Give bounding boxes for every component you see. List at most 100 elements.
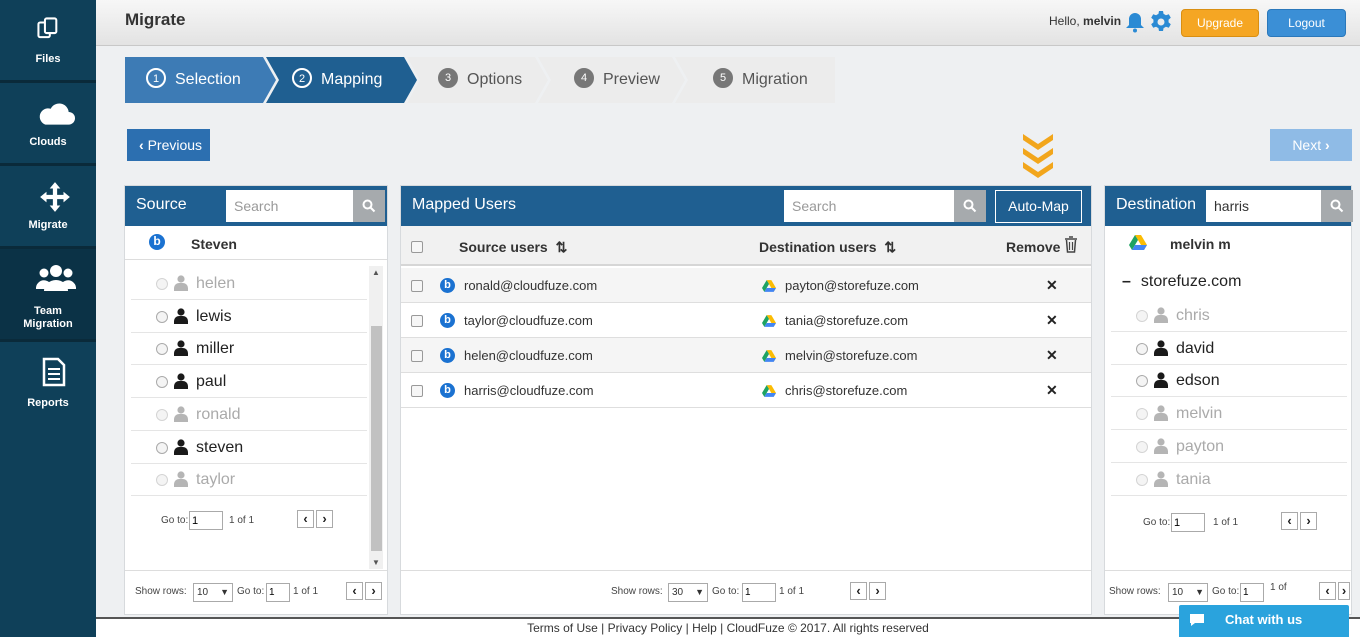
step-mapping[interactable]: 2 Mapping xyxy=(292,57,382,103)
sidebar-item-team-migration[interactable]: Team Migration xyxy=(0,249,96,339)
user-row[interactable]: steven xyxy=(131,432,367,464)
user-radio[interactable] xyxy=(1136,408,1148,421)
destination-search-button[interactable] xyxy=(1321,190,1353,222)
user-row[interactable]: edson xyxy=(1111,365,1347,398)
scroll-down-arrow-icon[interactable]: ▼ xyxy=(372,558,380,567)
row-checkbox[interactable] xyxy=(411,280,423,292)
source-search-input[interactable] xyxy=(226,190,353,222)
search-icon xyxy=(362,199,376,213)
chevron-down-icon xyxy=(1023,134,1053,178)
source-title: Source xyxy=(136,196,187,213)
mapped-search-input[interactable] xyxy=(784,190,954,222)
user-row[interactable]: david xyxy=(1111,333,1347,365)
source-search-button[interactable] xyxy=(353,190,385,222)
chat-button[interactable]: Chat with us xyxy=(1179,605,1349,637)
sidebar-item-files[interactable]: Files xyxy=(0,0,96,80)
destination-search-input[interactable] xyxy=(1206,190,1321,222)
gear-icon[interactable] xyxy=(1149,10,1173,34)
destination-goto-input[interactable] xyxy=(1171,513,1205,532)
collapse-icon[interactable]: – xyxy=(1122,273,1131,290)
user-radio[interactable] xyxy=(156,408,168,421)
mapped-search-button[interactable] xyxy=(954,190,986,222)
user-radio[interactable] xyxy=(156,343,168,356)
step-migration[interactable]: 5 Migration xyxy=(713,57,808,103)
user-row[interactable]: tania xyxy=(1111,464,1347,496)
user-radio[interactable] xyxy=(156,310,168,323)
user-row[interactable]: paul xyxy=(131,366,367,399)
destination-account-name: melvin m xyxy=(1170,236,1231,252)
goto-label: Go to: xyxy=(237,586,265,597)
terms-link[interactable]: Terms of Use xyxy=(527,621,598,635)
google-drive-icon xyxy=(762,315,776,327)
user-radio[interactable] xyxy=(156,441,168,454)
upgrade-button[interactable]: Upgrade xyxy=(1181,9,1259,37)
next-page-button[interactable]: › xyxy=(316,510,333,528)
domain-group[interactable]: – storefuze.com xyxy=(1122,273,1241,291)
user-icon xyxy=(1154,340,1168,356)
logout-button[interactable]: Logout xyxy=(1267,9,1346,37)
scroll-up-arrow-icon[interactable]: ▲ xyxy=(372,268,380,277)
row-checkbox[interactable] xyxy=(411,315,423,327)
next-page-button[interactable]: › xyxy=(365,582,382,600)
user-row[interactable]: helen xyxy=(131,268,367,300)
remove-mapping-icon[interactable]: ✕ xyxy=(1046,382,1058,399)
row-checkbox[interactable] xyxy=(411,350,423,362)
user-row[interactable]: chris xyxy=(1111,300,1347,332)
privacy-link[interactable]: Privacy Policy xyxy=(608,621,683,635)
source-users-header[interactable]: Source users ⇅ xyxy=(459,239,567,256)
source-footer-goto-input[interactable] xyxy=(266,583,290,602)
sidebar-item-migrate[interactable]: Migrate xyxy=(0,166,96,246)
sidebar-item-clouds[interactable]: Clouds xyxy=(0,83,96,163)
sidebar-item-reports[interactable]: Reports xyxy=(0,342,96,422)
box-logo-icon: b xyxy=(440,313,455,328)
prev-page-button[interactable]: ‹ xyxy=(346,582,363,600)
user-radio[interactable] xyxy=(1136,342,1148,355)
next-button[interactable]: Next › xyxy=(1270,129,1352,161)
sort-icon[interactable]: ⇅ xyxy=(884,239,896,255)
source-rows-select[interactable]: 10 ▼ xyxy=(193,583,233,602)
remove-mapping-icon[interactable]: ✕ xyxy=(1046,347,1058,364)
destination-search xyxy=(1206,190,1353,222)
destination-users-header[interactable]: Destination users ⇅ xyxy=(759,239,896,256)
user-radio[interactable] xyxy=(156,278,168,290)
destination-rows-select[interactable]: 10 ▼ xyxy=(1168,583,1208,602)
select-all-checkbox[interactable] xyxy=(411,241,423,253)
mapped-rows-select[interactable]: 30 ▼ xyxy=(668,583,708,602)
user-radio[interactable] xyxy=(1136,375,1148,388)
prev-page-button[interactable]: ‹ xyxy=(1281,512,1298,530)
user-row[interactable]: taylor xyxy=(131,464,367,497)
user-row[interactable]: miller xyxy=(131,333,367,366)
user-row[interactable]: lewis xyxy=(131,301,367,333)
auto-map-button[interactable]: Auto-Map xyxy=(995,190,1082,223)
prev-page-button[interactable]: ‹ xyxy=(850,582,867,600)
source-scrollbar[interactable]: ▲ ▼ xyxy=(369,266,383,569)
mapped-goto-input[interactable] xyxy=(742,583,776,602)
step-options[interactable]: 3 Options xyxy=(438,57,522,103)
previous-button[interactable]: ‹ Previous xyxy=(127,129,210,161)
remove-mapping-icon[interactable]: ✕ xyxy=(1046,312,1058,329)
user-radio[interactable] xyxy=(156,474,168,487)
prev-page-button[interactable]: ‹ xyxy=(1319,582,1336,600)
help-link[interactable]: Help xyxy=(692,621,717,635)
user-radio[interactable] xyxy=(1136,310,1148,322)
source-goto-input[interactable] xyxy=(189,511,223,530)
remove-mapping-icon[interactable]: ✕ xyxy=(1046,277,1058,294)
user-row[interactable]: payton xyxy=(1111,431,1347,463)
user-radio[interactable] xyxy=(1136,473,1148,486)
user-radio[interactable] xyxy=(1136,440,1148,453)
step-selection[interactable]: 1 Selection xyxy=(146,57,241,103)
destination-footer-goto-input[interactable] xyxy=(1240,583,1264,602)
user-radio[interactable] xyxy=(156,376,168,389)
user-row[interactable]: melvin xyxy=(1111,398,1347,431)
trash-icon[interactable] xyxy=(1064,236,1078,253)
bell-icon[interactable] xyxy=(1124,11,1146,33)
prev-page-button[interactable]: ‹ xyxy=(297,510,314,528)
source-scrollbar-thumb[interactable] xyxy=(371,326,382,551)
next-page-button[interactable]: › xyxy=(1300,512,1317,530)
user-row[interactable]: ronald xyxy=(131,399,367,431)
row-checkbox[interactable] xyxy=(411,385,423,397)
next-page-button[interactable]: › xyxy=(1338,582,1350,600)
next-page-button[interactable]: › xyxy=(869,582,886,600)
step-preview[interactable]: 4 Preview xyxy=(574,57,660,103)
sort-icon[interactable]: ⇅ xyxy=(556,239,568,255)
